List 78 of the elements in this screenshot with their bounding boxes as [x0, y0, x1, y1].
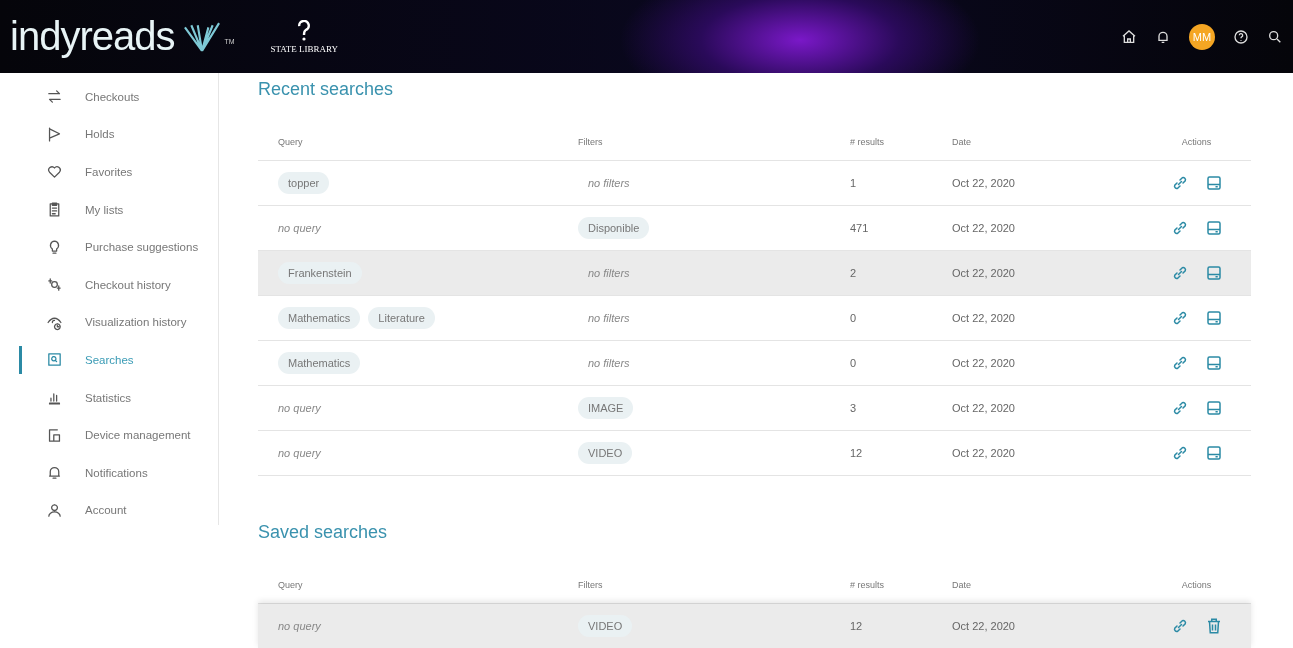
heart-icon	[46, 163, 63, 181]
results-count: 0	[850, 357, 858, 369]
query-tag[interactable]: Literature	[368, 307, 435, 329]
date-text: Oct 22, 2020	[952, 267, 1016, 279]
help-icon[interactable]	[1233, 28, 1249, 45]
results-count: 12	[850, 620, 864, 632]
column-header: Actions	[1180, 136, 1213, 147]
date-text: Oct 22, 2020	[952, 402, 1016, 414]
search-icon	[46, 351, 63, 369]
date-text: Oct 22, 2020	[952, 222, 1016, 234]
column-header: Actions	[1180, 579, 1213, 590]
sidebar-item[interactable]: Visualization history	[0, 303, 218, 342]
sidebar-item[interactable]: Statistics	[0, 378, 218, 417]
sidebar-item[interactable]: Favorites	[0, 153, 218, 191]
devices-icon	[46, 426, 63, 444]
date-text: Oct 22, 2020	[952, 312, 1016, 324]
filter-tag[interactable]: IMAGE	[578, 397, 634, 419]
results-count: 3	[850, 402, 858, 414]
column-header: # results	[850, 136, 885, 147]
empty-query-text: no query	[278, 447, 321, 459]
person-icon	[46, 501, 63, 519]
sidebar-item[interactable]: Holds	[0, 115, 218, 154]
bell-icon	[46, 464, 63, 482]
column-header: # results	[850, 579, 885, 590]
save-icon[interactable]	[1204, 309, 1223, 327]
sidebar-item[interactable]: Purchase suggestions	[0, 228, 218, 266]
partner-logo-text[interactable]: STATE LIBRARY	[270, 43, 339, 54]
sidebar-item[interactable]: Notifications	[0, 453, 218, 492]
save-icon[interactable]	[1204, 174, 1223, 192]
query-tag[interactable]: topper	[278, 172, 330, 194]
save-icon[interactable]	[1204, 399, 1223, 417]
empty-filters-text: no filters	[587, 177, 630, 189]
query-tag[interactable]: Mathematics	[278, 352, 361, 374]
save-icon[interactable]	[1204, 444, 1223, 462]
empty-filters-text: no filters	[587, 357, 630, 369]
date-text: Oct 22, 2020	[952, 447, 1016, 459]
home-icon[interactable]	[1121, 28, 1137, 45]
empty-query-text: no query	[278, 620, 321, 632]
results-count: 1	[850, 177, 858, 189]
save-icon[interactable]	[1204, 219, 1223, 237]
section-title: Recent searches	[258, 79, 395, 101]
column-header: Query	[277, 136, 304, 147]
question-mark-icon	[296, 19, 313, 42]
search-icon[interactable]	[1267, 28, 1283, 45]
filter-tag[interactable]: Disponible	[578, 217, 650, 239]
results-count: 0	[850, 312, 858, 324]
filter-tag[interactable]: VIDEO	[578, 442, 633, 464]
results-count: 12	[850, 447, 864, 459]
swap-arrows-icon	[46, 88, 63, 106]
column-header: Date	[952, 136, 972, 147]
save-icon[interactable]	[1204, 354, 1223, 372]
sidebar-item[interactable]: Searches	[0, 341, 218, 379]
flag-icon	[46, 125, 63, 143]
save-icon[interactable]	[1204, 264, 1223, 282]
logo-text[interactable]: indyreads	[10, 14, 175, 59]
empty-query-text: no query	[278, 222, 321, 234]
column-header: Filters	[577, 579, 604, 590]
sidebar-item[interactable]: Checkouts	[0, 78, 218, 116]
results-count: 2	[850, 267, 858, 279]
column-header: Query	[277, 579, 304, 590]
filter-tag[interactable]: VIDEO	[578, 615, 633, 637]
sidebar-item[interactable]: Account	[0, 491, 218, 530]
results-count: 471	[850, 222, 870, 234]
empty-filters-text: no filters	[587, 267, 630, 279]
date-text: Oct 22, 2020	[952, 357, 1016, 369]
date-text: Oct 22, 2020	[952, 620, 1016, 632]
section-title: Saved searches	[258, 522, 389, 544]
history-arrows-icon	[46, 276, 63, 294]
query-tag[interactable]: Mathematics	[278, 307, 361, 329]
empty-query-text: no query	[278, 402, 321, 414]
sidebar-item[interactable]: My lists	[0, 190, 218, 229]
column-header: Date	[952, 579, 972, 590]
sidebar-item[interactable]: Checkout history	[0, 265, 218, 304]
sidebar-item[interactable]: Device management	[0, 416, 218, 454]
empty-filters-text: no filters	[587, 312, 630, 324]
query-tag[interactable]: Frankenstein	[278, 262, 362, 284]
column-header: Filters	[577, 136, 604, 147]
date-text: Oct 22, 2020	[952, 177, 1016, 189]
